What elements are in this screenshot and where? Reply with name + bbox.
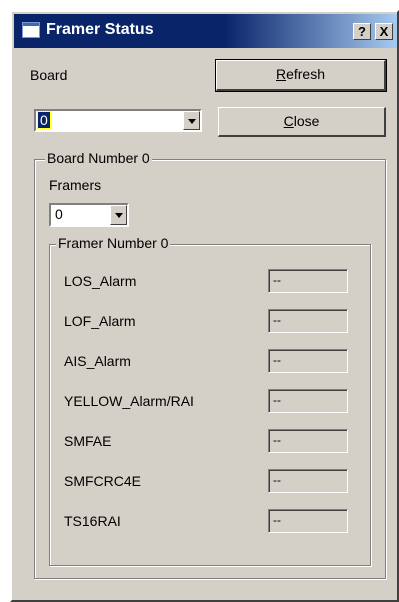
- ts16rai-label: TS16RAI: [64, 513, 121, 529]
- board-group-title: Board Number 0: [45, 150, 152, 166]
- close-window-button[interactable]: X: [375, 23, 393, 40]
- board-label: Board: [30, 67, 68, 83]
- framers-select[interactable]: 0: [49, 203, 129, 227]
- smfae-label: SMFAE: [64, 433, 112, 449]
- board-select[interactable]: 0: [34, 109, 202, 132]
- smfcrc4e-value: --: [268, 469, 348, 493]
- chevron-down-icon[interactable]: [183, 111, 200, 130]
- lof-alarm-value: --: [268, 309, 348, 333]
- framer-group-title: Framer Number 0: [56, 235, 171, 251]
- smfae-value: --: [268, 429, 348, 453]
- ais-alarm-label: AIS_Alarm: [64, 353, 131, 369]
- framer-status-window: Framer Status ? X Board Refresh 0 Close …: [10, 10, 399, 602]
- lof-alarm-label: LOF_Alarm: [64, 313, 136, 329]
- yellow-alarm-label: YELLOW_Alarm/RAI: [64, 393, 194, 409]
- window-title: Framer Status: [46, 21, 154, 38]
- framers-label: Framers: [49, 177, 102, 193]
- los-alarm-value: --: [268, 269, 348, 293]
- close-accel: C: [283, 113, 294, 129]
- close-button[interactable]: Close: [218, 107, 386, 137]
- ais-alarm-value: --: [268, 349, 348, 373]
- framer-number-group: Framer Number 0 LOS_Alarm -- LOF_Alarm -…: [49, 235, 371, 566]
- title-bar[interactable]: Framer Status ? X: [14, 14, 397, 48]
- ts16rai-value: --: [268, 509, 348, 533]
- framers-select-value: 0: [55, 206, 63, 222]
- smfcrc4e-label: SMFCRC4E: [64, 473, 142, 489]
- los-alarm-label: LOS_Alarm: [64, 273, 137, 289]
- refresh-button[interactable]: Refresh: [215, 59, 387, 92]
- board-select-value: 0: [37, 111, 51, 129]
- board-number-group: Board Number 0 Framers 0 Framer Number 0…: [34, 150, 386, 579]
- close-label: lose: [293, 113, 320, 129]
- refresh-label: efresh: [286, 66, 326, 82]
- window-icon: [22, 22, 40, 38]
- refresh-accel: R: [275, 66, 287, 82]
- yellow-alarm-value: --: [268, 389, 348, 413]
- chevron-down-icon[interactable]: [110, 205, 127, 225]
- help-button[interactable]: ?: [353, 23, 371, 40]
